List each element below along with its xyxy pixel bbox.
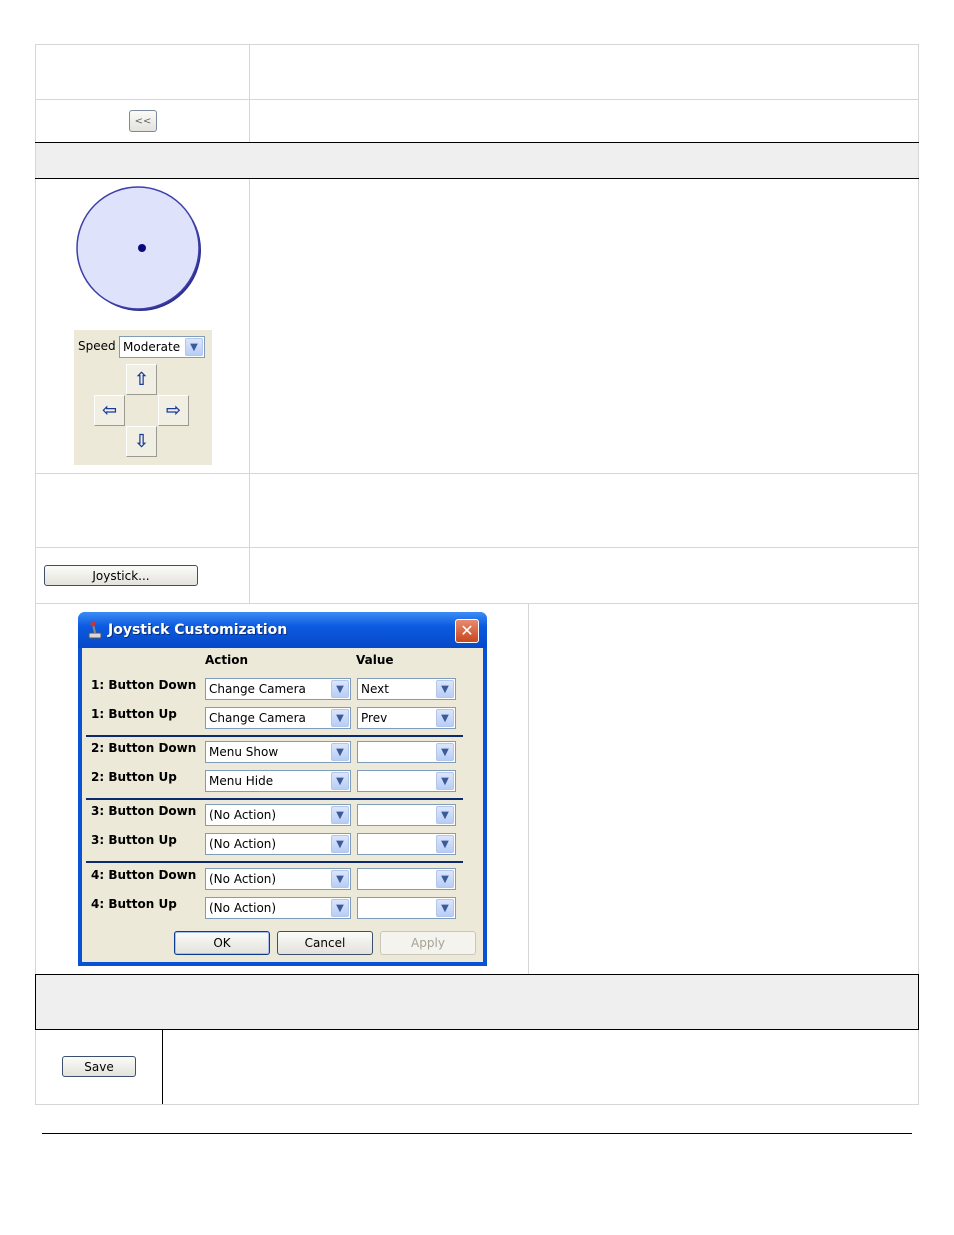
action-select[interactable]: (No Action) ▼: [205, 897, 351, 919]
row-label: 2: Button Down: [91, 741, 197, 755]
speed-select[interactable]: Moderate ▼: [119, 336, 205, 358]
chevron-down-icon: ▼: [436, 743, 454, 761]
value-select[interactable]: ▼: [357, 868, 456, 890]
table-border: [918, 179, 919, 603]
chevron-down-icon: ▼: [331, 806, 349, 824]
table-border: [528, 603, 529, 974]
chevron-down-icon: ▼: [331, 743, 349, 761]
section-border: [35, 142, 919, 143]
cancel-button[interactable]: Cancel: [277, 931, 373, 955]
row-label: 2: Button Up: [91, 770, 177, 784]
column-header-value: Value: [356, 653, 394, 667]
section-border: [918, 974, 919, 1030]
chevron-down-icon: ▼: [436, 806, 454, 824]
value-select[interactable]: Prev ▼: [357, 707, 456, 729]
table-border: [918, 44, 919, 179]
ptz-center-dot: [138, 244, 146, 252]
ok-button[interactable]: OK: [174, 931, 270, 955]
apply-button[interactable]: Apply: [380, 931, 476, 955]
row-label: 4: Button Down: [91, 868, 197, 882]
section-header-band: [36, 143, 918, 178]
value-select[interactable]: Next ▼: [357, 678, 456, 700]
group-separator: [86, 735, 463, 737]
table-border: [35, 1104, 919, 1105]
section-border: [35, 974, 919, 975]
value-select[interactable]: ▼: [357, 741, 456, 763]
table-border: [35, 1030, 36, 1104]
dialog-body: Action Value 1: Button Down Change Camer…: [82, 648, 483, 962]
table-border: [35, 547, 919, 548]
save-button[interactable]: Save: [62, 1056, 136, 1077]
section-border: [35, 178, 919, 179]
action-select[interactable]: Menu Hide ▼: [205, 770, 351, 792]
chevron-down-icon: ▼: [331, 870, 349, 888]
row-label: 3: Button Up: [91, 833, 177, 847]
table-border: [918, 603, 919, 974]
group-separator: [86, 798, 463, 800]
chevron-down-icon: ▼: [436, 835, 454, 853]
table-border: [35, 603, 36, 974]
chevron-down-icon: ▼: [436, 772, 454, 790]
row-label: 4: Button Up: [91, 897, 177, 911]
section-header-band: [36, 975, 918, 1029]
section-border: [35, 974, 36, 1030]
chevron-down-icon: ▼: [436, 870, 454, 888]
table-border: [35, 473, 919, 474]
joystick-icon: [87, 621, 103, 639]
row-label: 1: Button Up: [91, 707, 177, 721]
chevron-down-icon: ▼: [436, 709, 454, 727]
table-border: [918, 1030, 919, 1104]
back-button[interactable]: <<: [129, 110, 157, 132]
action-select[interactable]: (No Action) ▼: [205, 833, 351, 855]
joystick-customization-dialog: Joystick Customization ✕ Action Value 1:…: [78, 612, 487, 966]
value-select[interactable]: ▼: [357, 770, 456, 792]
chevron-down-icon: ▼: [331, 772, 349, 790]
chevron-down-icon: ▼: [436, 680, 454, 698]
table-border: [35, 99, 919, 100]
row-label: 1: Button Down: [91, 678, 197, 692]
ptz-circle-control[interactable]: [76, 186, 210, 314]
action-select[interactable]: Change Camera ▼: [205, 707, 351, 729]
row-label: 3: Button Down: [91, 804, 197, 818]
column-header-action: Action: [205, 653, 249, 667]
footer-rule: [42, 1133, 912, 1134]
chevron-down-icon: ▼: [331, 709, 349, 727]
ptz-speed-panel: Speed Moderate ▼ ⇧ ⇦ ⇨ ⇩: [74, 330, 212, 465]
chevron-down-icon: ▼: [436, 899, 454, 917]
speed-label: Speed: [78, 339, 116, 353]
action-select[interactable]: Change Camera ▼: [205, 678, 351, 700]
table-border: [249, 44, 250, 143]
table-border: [162, 1030, 163, 1104]
dialog-title: Joystick Customization: [108, 622, 288, 638]
pan-up-button[interactable]: ⇧: [126, 364, 157, 395]
action-select[interactable]: (No Action) ▼: [205, 804, 351, 826]
action-select[interactable]: (No Action) ▼: [205, 868, 351, 890]
value-select[interactable]: ▼: [357, 897, 456, 919]
table-border: [249, 179, 250, 603]
pan-left-button[interactable]: ⇦: [94, 395, 125, 426]
joystick-button[interactable]: Joystick...: [44, 565, 198, 586]
chevron-down-icon: ▼: [331, 835, 349, 853]
value-select[interactable]: ▼: [357, 833, 456, 855]
chevron-down-icon: ▼: [331, 680, 349, 698]
chevron-down-icon: ▼: [331, 899, 349, 917]
action-select[interactable]: Menu Show ▼: [205, 741, 351, 763]
chevron-down-icon: ▼: [185, 338, 203, 356]
table-border: [35, 179, 36, 603]
section-border: [35, 1029, 919, 1030]
close-icon[interactable]: ✕: [455, 619, 479, 643]
pan-down-button[interactable]: ⇩: [126, 426, 157, 457]
table-border: [35, 44, 919, 45]
dialog-titlebar[interactable]: Joystick Customization ✕: [78, 612, 487, 648]
pan-right-button[interactable]: ⇨: [158, 395, 189, 426]
value-select[interactable]: ▼: [357, 804, 456, 826]
table-border: [35, 603, 919, 604]
group-separator: [86, 861, 463, 863]
